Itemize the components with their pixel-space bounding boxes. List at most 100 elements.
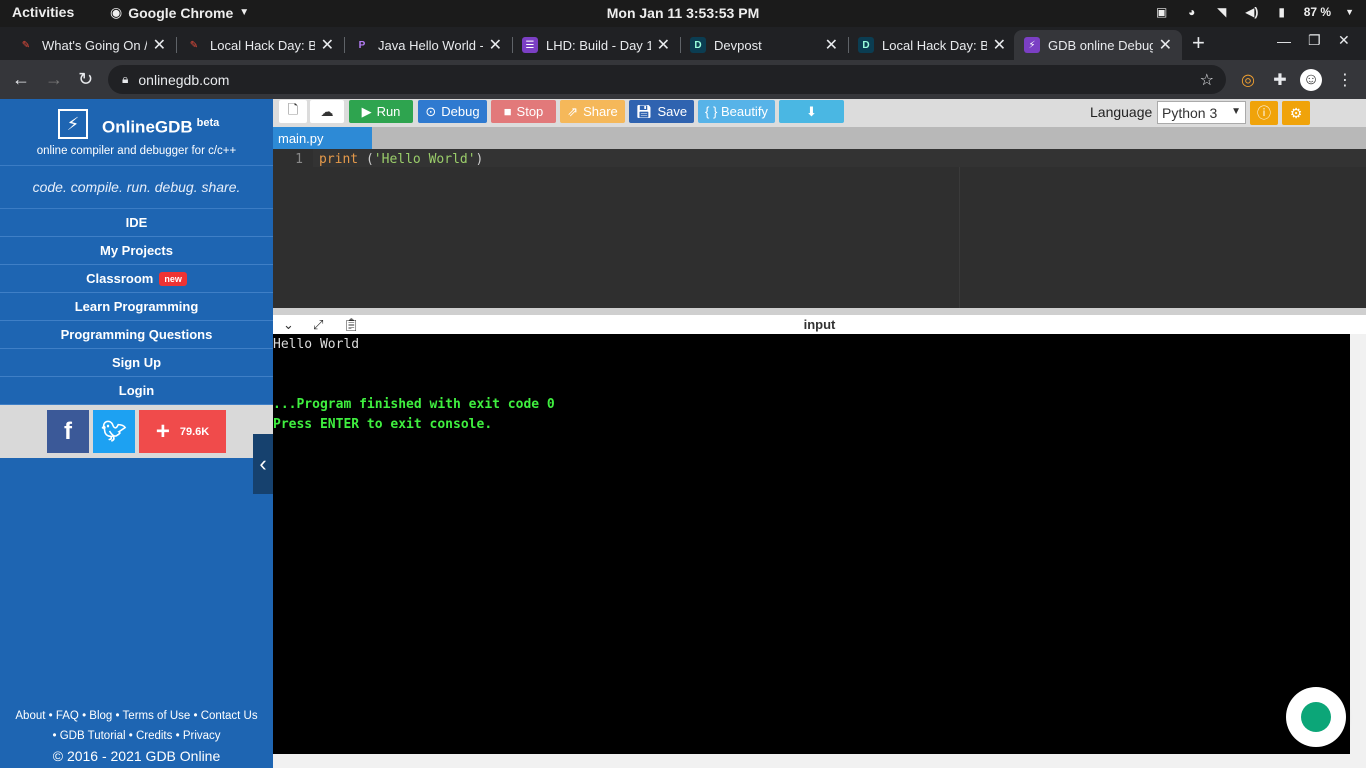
system-top-bar: Activities ◉ Google Chrome ▼ Mon Jan 11 …	[0, 0, 1366, 27]
exit-message: ...Program finished with exit code 0	[273, 397, 555, 412]
twitter-button[interactable]: 🐦︎	[93, 410, 135, 453]
tab-title: Java Hello World -	[378, 37, 483, 53]
browser-tab-active[interactable]: ⚡ GDB online Debug ✕	[1014, 30, 1182, 60]
back-icon[interactable]: ←	[12, 69, 30, 90]
gear-icon: ⚙	[1289, 104, 1303, 121]
address-bar[interactable]: 🔒︎ onlinegdb.com ☆	[108, 65, 1226, 94]
expand-icon[interactable]: ⤢	[313, 317, 323, 333]
brand-subtitle: online compiler and debugger for c/c++	[36, 145, 237, 157]
minimize-icon[interactable]: —	[1277, 33, 1291, 49]
close-icon[interactable]: ✕	[153, 35, 166, 55]
debug-button[interactable]: ⊙ Debug	[418, 100, 487, 123]
language-select[interactable]: Python 3 ▼	[1157, 101, 1246, 124]
battery-icon: ▮	[1278, 5, 1286, 19]
line-number: 1	[295, 152, 303, 167]
collapse-sidebar-button[interactable]: ‹	[253, 434, 273, 494]
sidebar-item-my-projects[interactable]: My Projects	[0, 237, 273, 265]
footer-link-about[interactable]: About	[15, 710, 45, 722]
system-tray[interactable]: ▣ ◕ ◥ ◀) ▮ 87 % ▼	[1154, 4, 1354, 20]
share-count: 79.6K	[179, 425, 210, 438]
footer-link-terms[interactable]: Terms of Use	[123, 710, 191, 722]
share-count-button[interactable]: +79.6K	[139, 410, 226, 453]
sidebar-item-login[interactable]: Login	[0, 377, 273, 405]
tagline: code. compile. run. debug. share.	[0, 166, 273, 209]
save-button[interactable]: 💾︎ Save	[629, 100, 694, 123]
devpost-favicon-icon: D	[858, 37, 874, 53]
tab-title: Local Hack Day: Bu	[210, 37, 315, 53]
browser-tab[interactable]: ✎ Local Hack Day: Bu ✕	[176, 30, 344, 60]
close-icon[interactable]: ✕	[321, 35, 334, 55]
console-scrollbar[interactable]	[1350, 334, 1366, 754]
chevron-down-icon: ▼	[239, 7, 250, 18]
menu-label: Programming Questions	[60, 327, 213, 342]
chevron-down-icon[interactable]: ⌄	[283, 317, 294, 333]
close-icon[interactable]: ✕	[1159, 35, 1172, 55]
footer-link-faq[interactable]: FAQ	[56, 710, 79, 722]
forward-icon[interactable]: →	[45, 69, 63, 90]
chat-icon	[1301, 702, 1331, 732]
footer-link-privacy[interactable]: Privacy	[183, 730, 221, 742]
reload-icon[interactable]: ↻	[78, 69, 93, 90]
settings-button[interactable]: ⚙	[1282, 101, 1310, 125]
facebook-button[interactable]: f	[47, 410, 89, 453]
code-editor[interactable]: 1 print ('Hello World')	[273, 149, 1366, 308]
browser-tab[interactable]: D Devpost ✕	[680, 30, 848, 60]
code-string: 'Hello World'	[373, 152, 476, 167]
footer-link-tutorial[interactable]: GDB Tutorial	[60, 730, 126, 742]
new-file-button[interactable]: 🗋︎	[279, 100, 307, 123]
download-button[interactable]: ⬇	[779, 100, 844, 123]
tab-title: Local Hack Day: Bu	[882, 37, 987, 53]
sidebar-item-sign-up[interactable]: Sign Up	[0, 349, 273, 377]
profile-avatar[interactable]: ☺	[1300, 69, 1322, 91]
code-line[interactable]: print ('Hello World')	[319, 152, 483, 167]
tab-main-py[interactable]: main.py	[273, 127, 372, 149]
stop-button[interactable]: ■ Stop	[491, 100, 556, 123]
clipboard-icon[interactable]: 📋︎	[343, 317, 360, 333]
ide-main: 🗋︎ ☁ ▶ Run ⊙ Debug ■ Stop ⇗ Share 💾︎ Save { }…	[273, 99, 1366, 768]
close-icon[interactable]: ✕	[489, 35, 502, 55]
brand-header[interactable]: ⚡ OnlineGDB beta online compiler and debu…	[0, 99, 273, 166]
screen-icon[interactable]: ▣	[1154, 4, 1170, 20]
info-button[interactable]: ⓘ	[1250, 101, 1278, 125]
app-menu[interactable]: ◉ Google Chrome ▼	[110, 4, 249, 21]
more-menu-icon[interactable]: ⋮	[1334, 69, 1356, 91]
close-icon[interactable]: ✕	[993, 35, 1006, 55]
enter-message: Press ENTER to exit console.	[273, 417, 493, 432]
run-button[interactable]: ▶ Run	[349, 100, 413, 123]
upload-button[interactable]: ☁	[310, 100, 344, 123]
console-output[interactable]: Hello World ...Program finished with exi…	[273, 334, 1350, 754]
sidebar-item-classroom[interactable]: Classroom new	[0, 265, 273, 293]
restore-icon[interactable]: ❐	[1308, 32, 1321, 49]
browser-toolbar: ← → ↻ 🔒︎ onlinegdb.com ☆ ◎ ✚ ☺ ⋮	[0, 60, 1366, 99]
sidebar-item-ide[interactable]: IDE	[0, 209, 273, 237]
footer-link-blog[interactable]: Blog	[89, 710, 112, 722]
chat-widget-button[interactable]	[1286, 687, 1346, 747]
browser-tab[interactable]: D Local Hack Day: Bu ✕	[848, 30, 1016, 60]
new-tab-icon[interactable]: +	[1192, 30, 1205, 56]
footer-link-contact[interactable]: Contact Us	[201, 710, 258, 722]
close-window-icon[interactable]: ✕	[1338, 32, 1350, 49]
run-label: Run	[376, 104, 401, 119]
browser-tab[interactable]: ✎ What's Going On / ✕	[8, 30, 176, 60]
puzzle-icon[interactable]: ✚	[1269, 69, 1291, 91]
footer-link-credits[interactable]: Credits	[136, 730, 172, 742]
clock[interactable]: Mon Jan 11 3:53:53 PM	[607, 5, 760, 21]
extension-icon[interactable]: ◎	[1237, 69, 1259, 91]
discord-icon[interactable]: ◕	[1184, 4, 1200, 20]
sidebar-footer: About • FAQ • Blog • Terms of Use • Cont…	[0, 706, 273, 768]
browser-tab[interactable]: ☰ LHD: Build - Day 1 ✕	[512, 30, 680, 60]
menu-label: Sign Up	[111, 355, 162, 370]
stop-icon: ■	[503, 104, 512, 119]
sidebar-item-learn-programming[interactable]: Learn Programming	[0, 293, 273, 321]
close-icon[interactable]: ✕	[825, 35, 838, 55]
bookmark-star-icon[interactable]: ☆	[1200, 70, 1214, 90]
close-icon[interactable]: ✕	[657, 35, 670, 55]
beautify-button[interactable]: { } Beautify	[698, 100, 775, 123]
activities-button[interactable]: Activities	[12, 4, 74, 20]
sidebar-item-programming-questions[interactable]: Programming Questions	[0, 321, 273, 349]
language-label: Language	[1090, 104, 1153, 120]
lock-icon[interactable]: 🔒︎	[122, 72, 128, 87]
pane-splitter[interactable]	[273, 308, 1366, 315]
browser-tab[interactable]: P Java Hello World - ✕	[344, 30, 512, 60]
share-button[interactable]: ⇗ Share	[560, 100, 625, 123]
